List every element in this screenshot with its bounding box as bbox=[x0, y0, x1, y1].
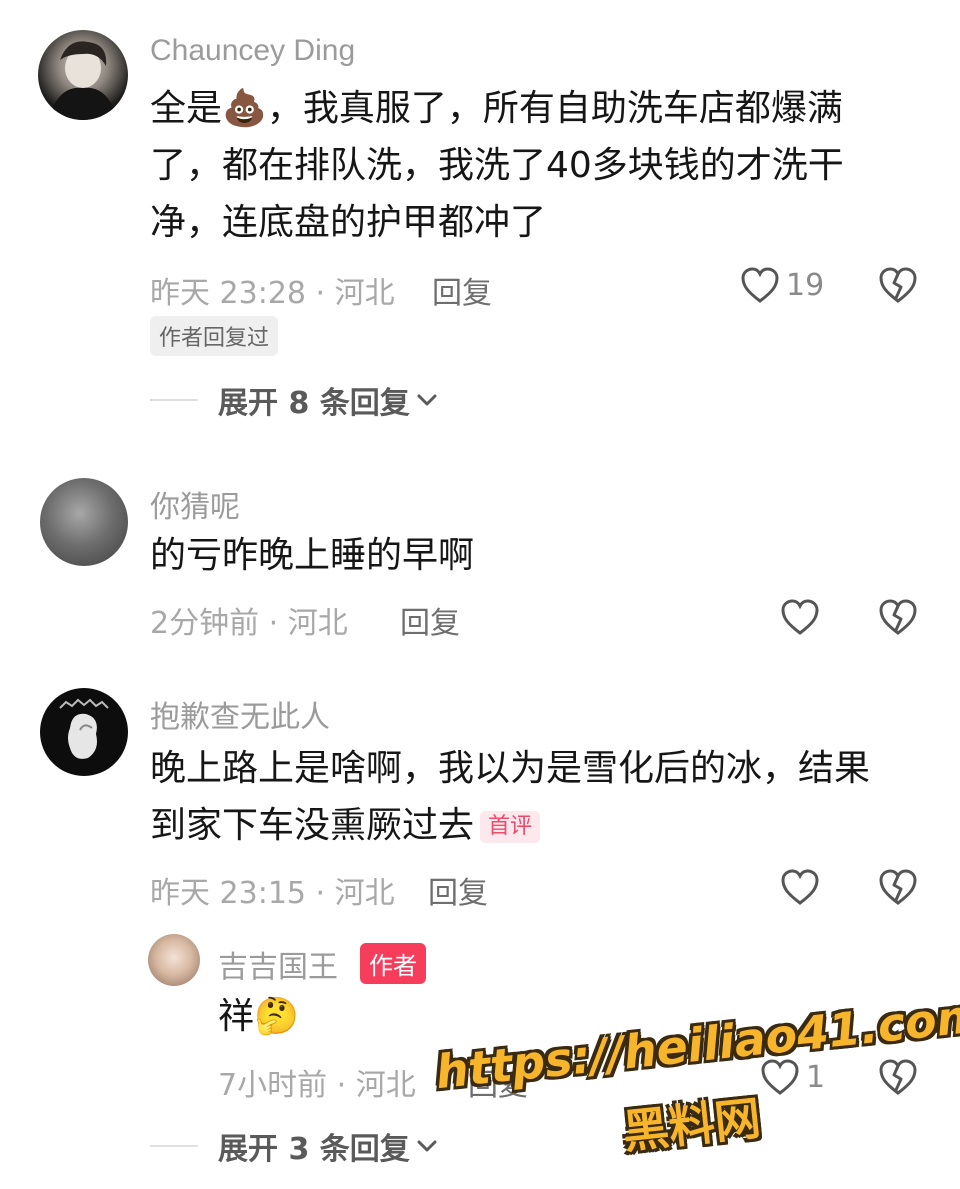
first-comment-tag: 首评 bbox=[480, 811, 541, 843]
comment-meta: 昨天 23:15 · 河北 bbox=[150, 876, 395, 911]
chevron-down-icon bbox=[417, 1140, 437, 1152]
broken-heart-icon bbox=[879, 599, 917, 635]
reply-avatar[interactable] bbox=[148, 934, 200, 986]
comment-text-line: 到家下车没熏厥过去 首评 bbox=[150, 797, 940, 854]
avatar-image bbox=[59, 698, 109, 759]
dislike-button[interactable] bbox=[878, 868, 918, 910]
avatar[interactable] bbox=[38, 30, 128, 120]
username[interactable]: Chauncey Ding bbox=[150, 34, 355, 68]
chevron-down-icon bbox=[417, 394, 437, 406]
dislike-button[interactable] bbox=[878, 266, 918, 308]
avatar[interactable] bbox=[40, 478, 128, 566]
reply-button[interactable]: 回复 bbox=[428, 868, 488, 912]
reply-button[interactable]: 回复 bbox=[400, 598, 460, 642]
dislike-button[interactable] bbox=[878, 598, 918, 640]
comment-text-line: 的亏昨晚上睡的早啊 bbox=[150, 535, 475, 576]
heart-outline-icon bbox=[781, 599, 819, 635]
comment-text: 全是💩，我真服了，所有自助洗车店都爆满 了，都在排队洗，我洗了40多块钱的才洗干… bbox=[150, 80, 930, 251]
comment-meta: 2分钟前 · 河北 bbox=[150, 606, 348, 641]
comment-text-line: 晚上路上是啥啊，我以为是雪化后的冰，结果 bbox=[150, 748, 871, 789]
comment-text-line: 净，连底盘的护甲都冲了 bbox=[150, 202, 547, 243]
comment-meta: 昨天 23:28 · 河北 bbox=[150, 276, 395, 311]
watermark-name: 黑料网 bbox=[620, 1090, 764, 1159]
divider bbox=[150, 1145, 198, 1147]
comment-text-fragment: 到家下车没熏厥过去 bbox=[150, 805, 475, 846]
comment-text: 晚上路上是啥啊，我以为是雪化后的冰，结果 到家下车没熏厥过去 首评 bbox=[150, 740, 940, 854]
username[interactable]: 你猜呢 bbox=[150, 482, 240, 526]
comment-text-line: 了，都在排队洗，我洗了40多块钱的才洗干 bbox=[150, 145, 844, 186]
author-tag: 作者 bbox=[360, 943, 426, 984]
username[interactable]: 抱歉查无此人 bbox=[150, 692, 330, 736]
avatar-image bbox=[48, 41, 118, 120]
like-count: 19 bbox=[786, 267, 825, 303]
reply-username[interactable]: 吉吉国王 bbox=[218, 942, 338, 986]
broken-heart-icon bbox=[879, 267, 917, 303]
broken-heart-icon bbox=[879, 869, 917, 905]
like-button[interactable] bbox=[780, 598, 820, 636]
divider bbox=[150, 399, 198, 401]
heart-outline-icon bbox=[741, 267, 779, 303]
author-replied-tag: 作者回复过 bbox=[150, 316, 279, 356]
reply-button[interactable]: 回复 bbox=[432, 268, 492, 312]
like-button[interactable] bbox=[780, 868, 820, 906]
expand-replies-label: 展开 8 条回复 bbox=[218, 386, 410, 421]
avatar[interactable] bbox=[40, 688, 128, 776]
like-button[interactable]: 19 bbox=[740, 266, 824, 304]
comment-text: 的亏昨晚上睡的早啊 bbox=[150, 527, 930, 584]
expand-replies[interactable]: 展开 3 条回复 bbox=[150, 1124, 438, 1168]
heart-outline-icon bbox=[781, 869, 819, 905]
expand-replies-label: 展开 3 条回复 bbox=[218, 1132, 410, 1167]
comment-text-line: 全是💩，我真服了，所有自助洗车店都爆满 bbox=[150, 88, 843, 129]
reply-meta: 7小时前 · 河北 bbox=[218, 1068, 416, 1103]
expand-replies[interactable]: 展开 8 条回复 bbox=[150, 378, 438, 422]
